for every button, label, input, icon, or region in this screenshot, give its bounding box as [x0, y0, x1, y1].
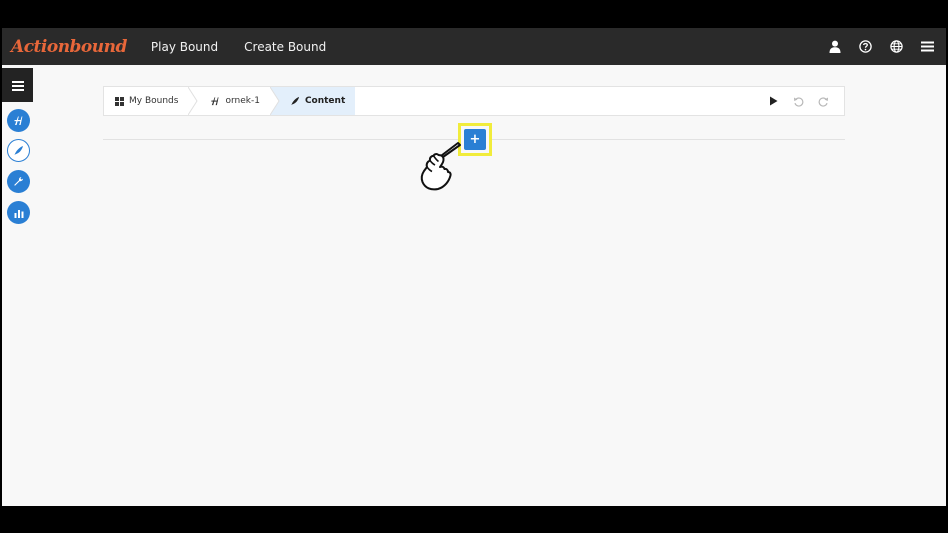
- breadcrumb-my-bounds[interactable]: My Bounds: [104, 87, 188, 115]
- navbar-actions: [826, 28, 936, 65]
- sidebar-content-button[interactable]: [7, 139, 30, 162]
- editor-canvas: My Bounds ornek-1 Content +: [2, 65, 946, 506]
- sidebar-toggle[interactable]: [2, 68, 33, 102]
- help-icon[interactable]: [857, 38, 874, 55]
- hamburger-icon: [11, 76, 24, 95]
- breadcrumb-label: ornek-1: [225, 96, 260, 106]
- breadcrumb-separator: [269, 87, 280, 115]
- breadcrumb-content[interactable]: Content: [279, 87, 356, 115]
- breadcrumb-label: My Bounds: [129, 96, 179, 106]
- letterbox-bottom: [0, 506, 948, 533]
- bound-icon: [210, 96, 220, 106]
- wrench-icon: [13, 172, 24, 191]
- breadcrumb-separator: [188, 87, 199, 115]
- sidebar-statistics-button[interactable]: [7, 201, 30, 224]
- letterbox-top: [0, 0, 948, 28]
- statistics-icon: [14, 203, 24, 222]
- nav-create-bound[interactable]: Create Bound: [244, 40, 326, 54]
- play-icon[interactable]: [767, 95, 780, 108]
- redo-icon[interactable]: [817, 95, 830, 108]
- globe-icon[interactable]: [888, 38, 905, 55]
- breadcrumb-actions: [767, 87, 830, 115]
- sidebar-settings-button[interactable]: [7, 170, 30, 193]
- undo-icon[interactable]: [792, 95, 805, 108]
- top-navbar: Actionbound Play Bound Create Bound: [2, 28, 946, 65]
- breadcrumb-label: Content: [304, 96, 346, 106]
- nav-play-bound[interactable]: Play Bound: [151, 40, 218, 54]
- breadcrumb-bound[interactable]: ornek-1: [198, 87, 269, 115]
- breadcrumb: My Bounds ornek-1 Content: [103, 86, 845, 116]
- menu-icon[interactable]: [919, 38, 936, 55]
- user-icon[interactable]: [826, 38, 843, 55]
- content-feather-icon: [13, 141, 24, 160]
- feather-icon: [290, 96, 300, 106]
- pointing-hand-icon: [416, 140, 464, 196]
- add-element-button[interactable]: +: [464, 129, 486, 150]
- app-logo[interactable]: Actionbound: [11, 37, 127, 57]
- grid-icon: [115, 96, 124, 106]
- bound-icon: [13, 111, 24, 130]
- sidebar-bound-button[interactable]: [7, 109, 30, 132]
